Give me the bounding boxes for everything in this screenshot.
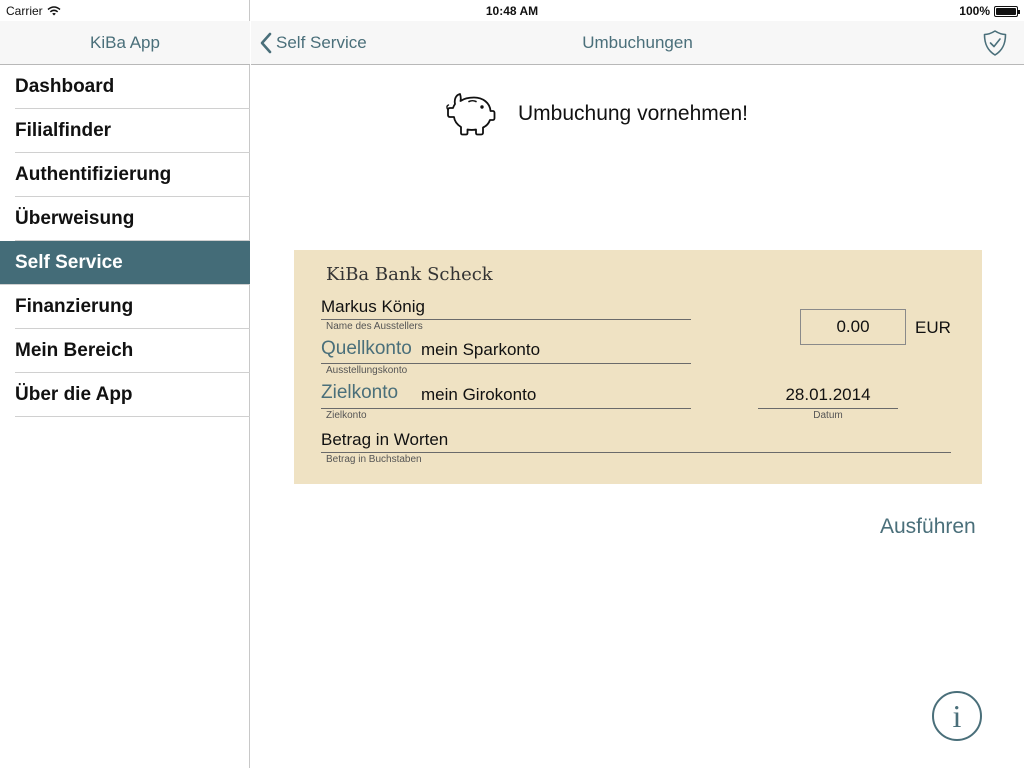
sidebar-item-label: Filialfinder — [15, 120, 112, 141]
date-field[interactable]: 28.01.2014 — [758, 385, 898, 405]
transfer-heading: Umbuchung vornehmen! — [446, 90, 748, 138]
bank-cheque-form: KiBa Bank Scheck Markus König Name des A… — [294, 250, 982, 484]
back-button[interactable]: Self Service — [259, 21, 367, 65]
source-account-value[interactable]: mein Sparkonto — [421, 340, 540, 360]
shield-check-icon[interactable] — [982, 29, 1008, 57]
battery-info: 100% — [959, 4, 1020, 18]
navigation-bar: Umbuchungen Self Service — [251, 21, 1024, 65]
sidebar-title: KiBa App — [90, 32, 160, 52]
transfer-heading-text: Umbuchung vornehmen! — [518, 102, 748, 125]
execute-button[interactable]: Ausführen — [880, 515, 976, 539]
sidebar-item-ueberweisung[interactable]: Überweisung — [0, 197, 250, 241]
sidebar-item-authentifizierung[interactable]: Authentifizierung — [0, 153, 250, 197]
amount-in-words-field[interactable]: Betrag in Worten — [321, 430, 448, 450]
target-account-label[interactable]: Zielkonto — [321, 382, 398, 404]
source-underline — [321, 363, 691, 364]
sidebar-item-dashboard[interactable]: Dashboard — [0, 65, 250, 109]
sidebar-item-label: Mein Bereich — [15, 340, 134, 361]
chevron-left-icon — [260, 32, 272, 54]
sidebar-item-filialfinder[interactable]: Filialfinder — [0, 109, 250, 153]
info-icon: i — [952, 697, 962, 734]
amount-input[interactable]: 0.00 — [800, 309, 906, 345]
sidebar-item-label: Dashboard — [15, 76, 115, 97]
sidebar-item-label: Finanzierung — [15, 296, 134, 317]
issuer-caption: Name des Ausstellers — [326, 321, 423, 332]
amount-words-underline — [321, 452, 951, 453]
sidebar-item-ueber-die-app[interactable]: Über die App — [0, 373, 250, 417]
sidebar-item-finanzierung[interactable]: Finanzierung — [0, 285, 250, 329]
date-underline — [758, 408, 898, 409]
back-button-label: Self Service — [276, 33, 367, 52]
sidebar-menu: Dashboard Filialfinder Authentifizierung… — [0, 65, 250, 417]
battery-icon — [994, 5, 1020, 17]
amount-words-caption: Betrag in Buchstaben — [326, 454, 422, 465]
currency-label: EUR — [915, 318, 951, 337]
date-caption: Datum — [813, 410, 843, 421]
status-time: 10:48 AM — [485, 4, 539, 18]
piggy-bank-icon — [446, 93, 496, 136]
info-button[interactable]: i — [932, 691, 982, 741]
battery-percent: 100% — [959, 4, 990, 18]
page-title: Umbuchungen — [582, 33, 693, 52]
sidebar-header: KiBa App — [0, 21, 250, 65]
sidebar-item-mein-bereich[interactable]: Mein Bereich — [0, 329, 250, 373]
target-underline — [321, 408, 691, 409]
source-caption: Ausstellungskonto — [326, 365, 408, 376]
app-root: KiBa App Dashboard Filialfinder Authenti… — [0, 0, 1024, 768]
target-account-value[interactable]: mein Girokonto — [421, 385, 536, 405]
battery-fill — [996, 7, 1016, 15]
sidebar-item-label: Self Service — [15, 252, 123, 273]
target-caption: Zielkonto — [326, 410, 367, 421]
sidebar-item-label: Über die App — [15, 384, 133, 405]
issuer-underline — [321, 319, 691, 320]
source-account-label[interactable]: Quellkonto — [321, 338, 412, 360]
issuer-name-field[interactable]: Markus König — [321, 297, 425, 317]
cheque-brand: KiBa Bank Scheck — [326, 264, 493, 285]
sidebar-item-label: Überweisung — [15, 208, 135, 229]
status-bar: Carrier 10:48 AM 100% — [0, 0, 1024, 21]
sidebar: KiBa App Dashboard Filialfinder Authenti… — [0, 0, 250, 768]
sidebar-item-self-service[interactable]: Self Service — [0, 241, 250, 285]
sidebar-item-label: Authentifizierung — [15, 164, 172, 185]
